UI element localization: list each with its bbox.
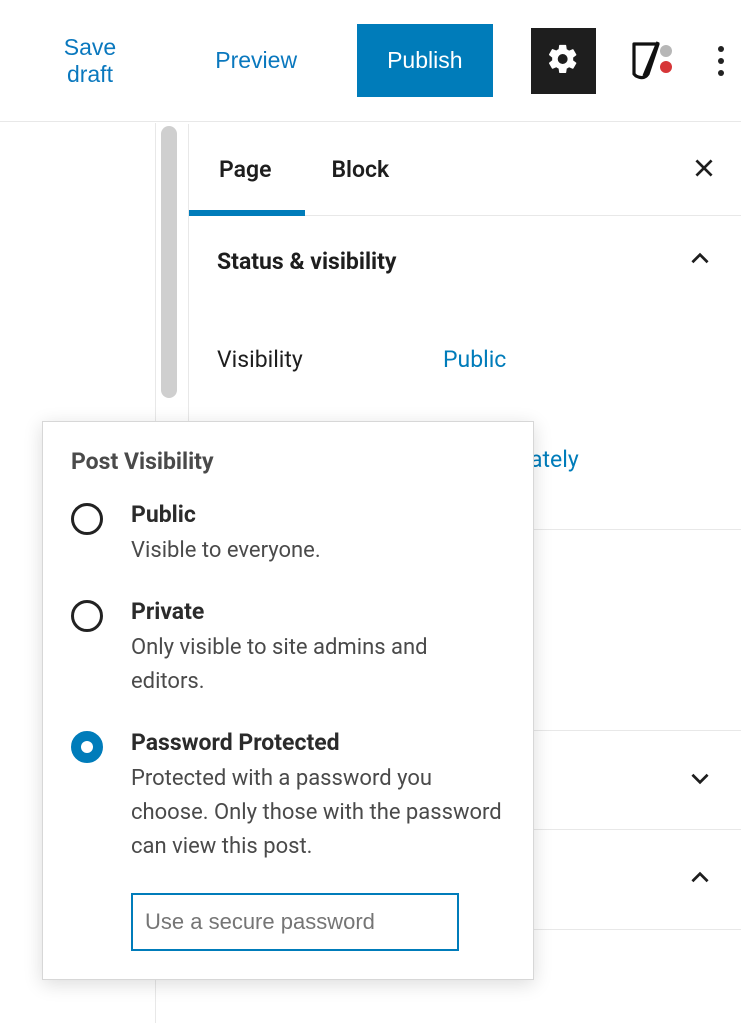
visibility-option-private[interactable]: Private Only visible to site admins and … [71,598,505,699]
chevron-down-icon [687,765,713,795]
visibility-option-public[interactable]: Public Visible to everyone. [71,501,505,568]
tab-block[interactable]: Block [329,124,391,215]
option-label: Password Protected [131,729,505,756]
publish-value-partial[interactable]: ately [530,446,579,473]
close-icon [691,166,717,185]
chevron-up-icon [687,246,713,276]
publish-button[interactable]: Publish [357,24,492,97]
chevron-up-icon [687,865,713,895]
option-label: Private [131,598,505,625]
option-description: Only visible to site admins and editors. [131,631,505,699]
post-visibility-popover: Post Visibility Public Visible to everyo… [42,421,534,980]
panel-status-visibility-toggle[interactable]: Status & visibility [189,216,741,288]
more-options-button[interactable] [701,28,741,94]
option-description: Visible to everyone. [131,534,505,568]
option-label: Public [131,501,505,528]
canvas-scrollbar[interactable] [161,126,177,398]
save-draft-button[interactable]: Save draft [38,34,142,88]
visibility-label: Visibility [217,346,443,373]
visibility-option-password[interactable]: Password Protected Protected with a pass… [71,729,505,864]
yoast-icon [628,36,674,86]
radio-public[interactable] [71,503,103,535]
editor-top-toolbar: Save draft Preview Publish [0,0,741,122]
close-sidebar-button[interactable] [691,155,717,185]
tab-page[interactable]: Page [217,124,273,215]
radio-password-protected[interactable] [71,731,103,763]
popover-title: Post Visibility [71,448,505,475]
gear-icon [546,42,580,80]
password-input[interactable] [131,893,459,951]
radio-private[interactable] [71,600,103,632]
settings-button[interactable] [531,28,596,94]
visibility-value-link[interactable]: Public [443,346,506,373]
yoast-seo-button[interactable] [618,28,683,94]
visibility-row: Visibility Public [217,346,713,373]
panel-title: Status & visibility [217,248,397,275]
sidebar-tabs: Page Block [189,124,741,216]
option-description: Protected with a password you choose. On… [131,762,505,864]
preview-button[interactable]: Preview [215,47,297,74]
